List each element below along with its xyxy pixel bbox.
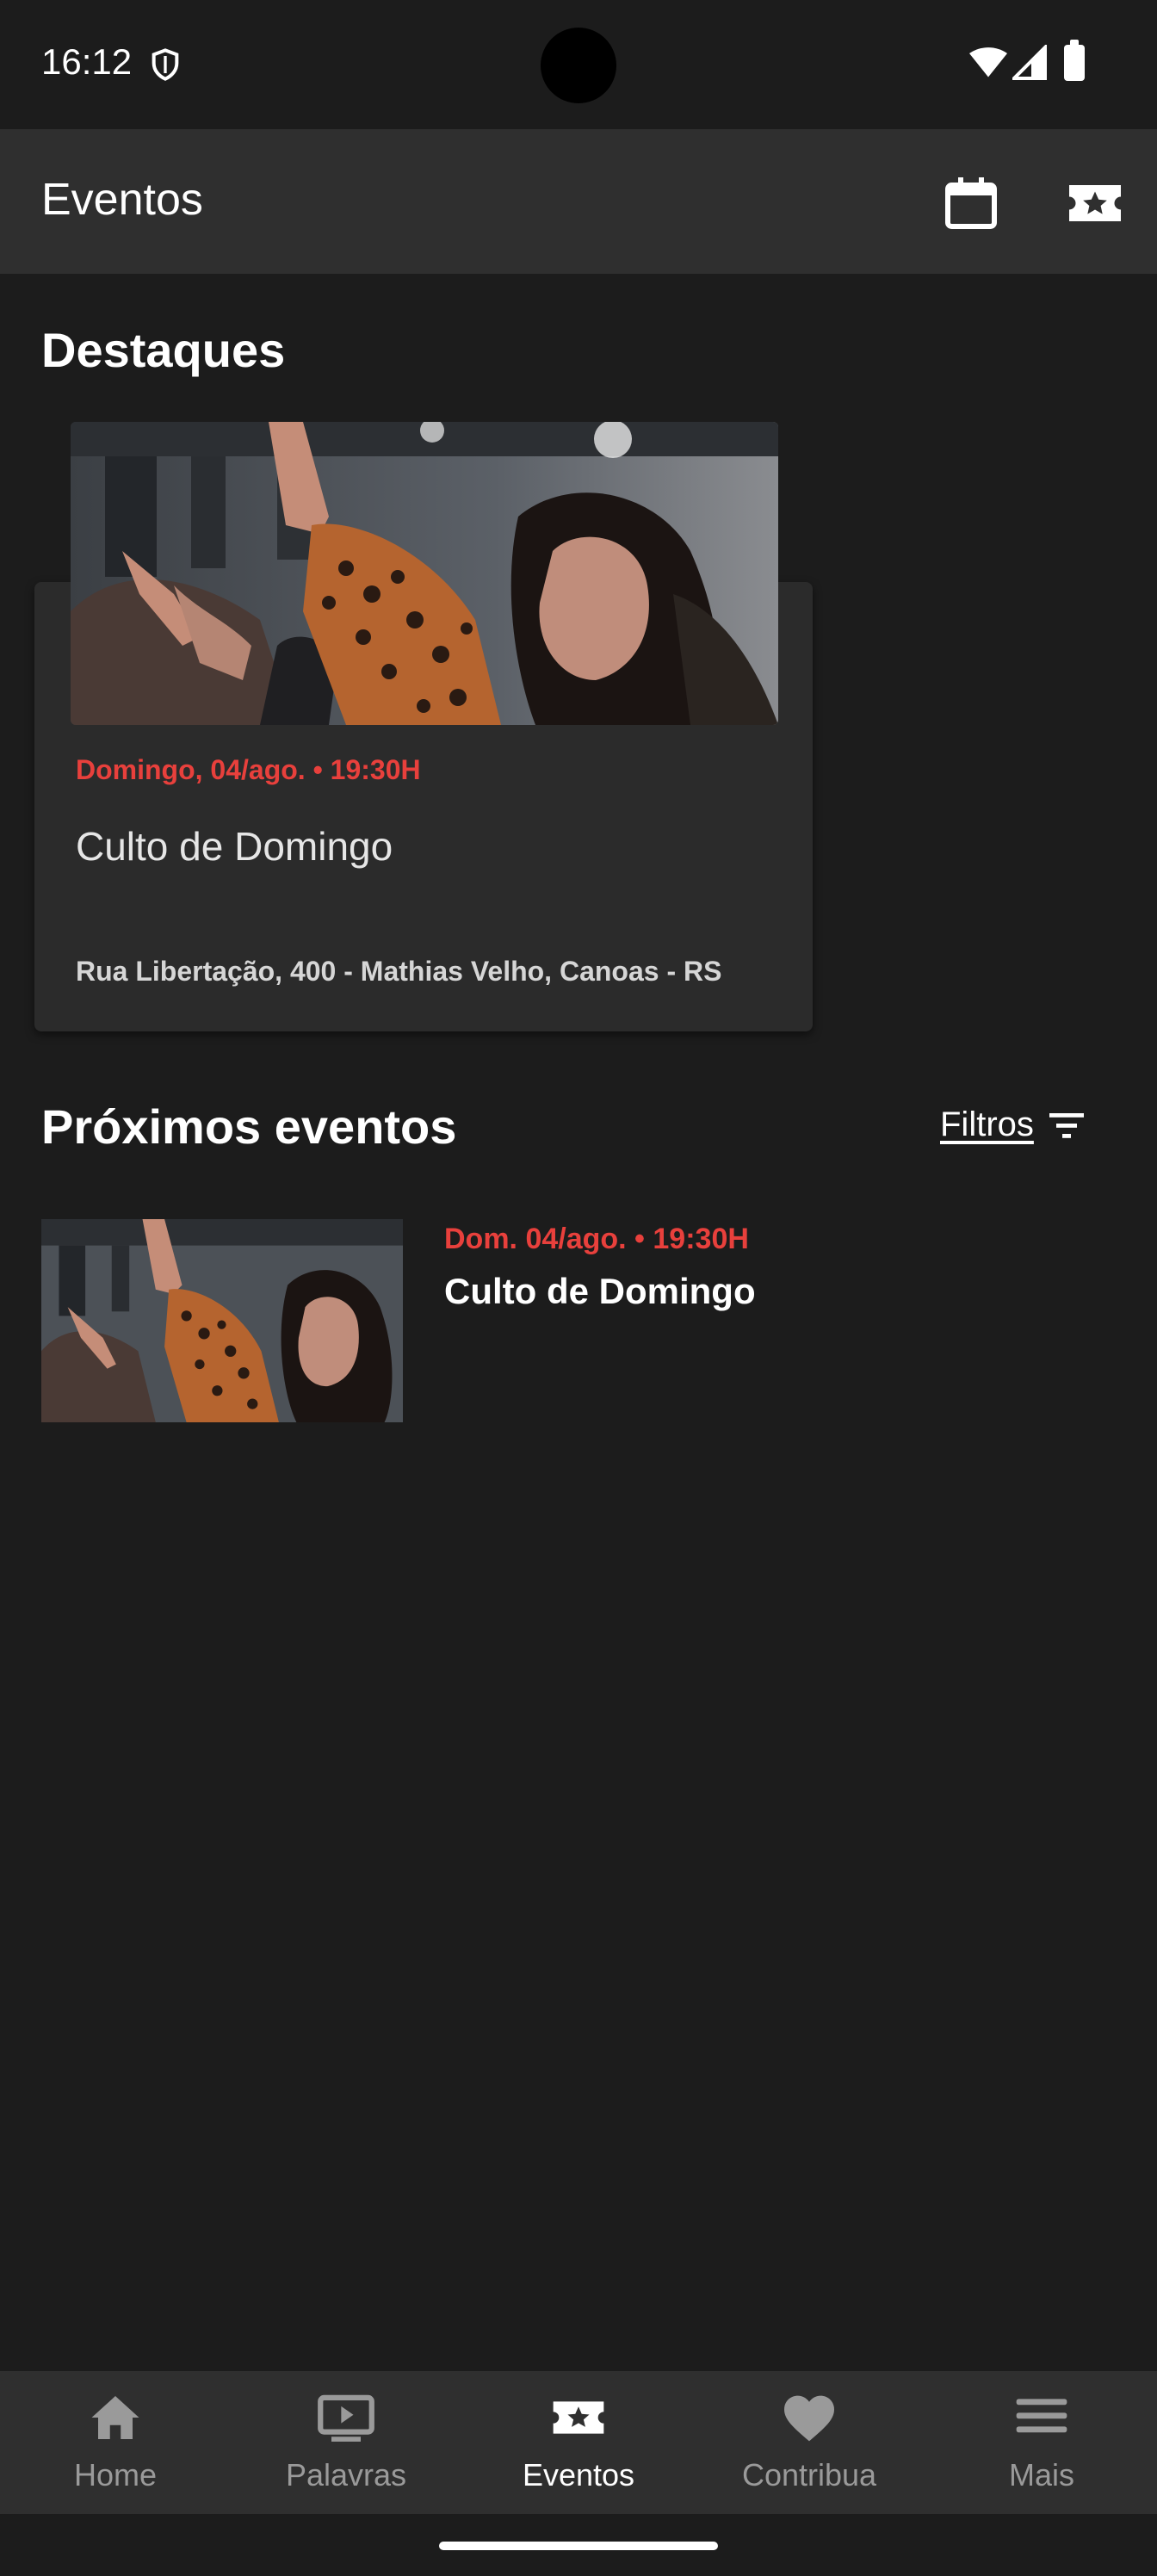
bottom-navigation: Home Palavras Eventos Contribua Mais — [0, 2371, 1157, 2514]
app-bar: Eventos — [0, 129, 1157, 274]
calendar-icon[interactable] — [940, 172, 1002, 234]
nav-item-palavras[interactable]: Palavras — [231, 2371, 461, 2514]
home-icon — [91, 2396, 139, 2439]
camera-cutout — [541, 28, 616, 103]
featured-event-address: Rua Libertação, 400 - Mathias Velho, Can… — [76, 956, 722, 987]
nav-label: Eventos — [522, 2457, 635, 2492]
filters-button[interactable]: Filtros — [940, 1105, 1084, 1144]
event-thumbnail — [41, 1219, 403, 1422]
nav-label: Palavras — [285, 2457, 407, 2492]
gesture-bar[interactable] — [439, 2542, 718, 2550]
list-item[interactable]: Dom. 04/ago. • 19:30H Culto de Domingo — [41, 1219, 1116, 1426]
nav-label: Home — [73, 2457, 158, 2492]
filters-label: Filtros — [940, 1105, 1034, 1143]
page-title: Eventos — [41, 175, 203, 225]
ticket-star-icon — [553, 2401, 604, 2434]
upcoming-title: Próximos eventos — [41, 1099, 457, 1154]
worship-photo — [41, 1219, 403, 1422]
menu-icon — [1016, 2399, 1067, 2433]
nav-item-contribua[interactable]: Contribua — [694, 2371, 925, 2514]
heart-icon — [784, 2395, 834, 2442]
play-screen-icon — [318, 2394, 374, 2442]
event-date: Dom. 04/ago. • 19:30H — [444, 1223, 749, 1255]
nav-item-eventos[interactable]: Eventos — [463, 2371, 694, 2514]
filter-icon — [1049, 1112, 1084, 1138]
nav-label: Mais — [1008, 2457, 1074, 2492]
nav-item-home[interactable]: Home — [0, 2371, 231, 2514]
nav-item-mais[interactable]: Mais — [926, 2371, 1157, 2514]
shield-icon — [152, 48, 179, 81]
wifi-icon — [969, 47, 1007, 77]
featured-event-image[interactable] — [71, 422, 778, 725]
status-bar: 16:12 — [0, 0, 1157, 129]
worship-photo — [71, 422, 778, 725]
status-time: 16:12 — [41, 41, 133, 82]
highlights-title: Destaques — [41, 323, 286, 377]
signal-icon — [1012, 45, 1047, 80]
ticket-star-icon[interactable] — [1064, 172, 1126, 234]
battery-icon — [1064, 40, 1085, 81]
featured-event-date: Domingo, 04/ago. • 19:30H — [76, 754, 421, 785]
event-name: Culto de Domingo — [444, 1271, 756, 1311]
featured-event-name: Culto de Domingo — [76, 824, 393, 869]
nav-label: Contribua — [741, 2457, 877, 2492]
